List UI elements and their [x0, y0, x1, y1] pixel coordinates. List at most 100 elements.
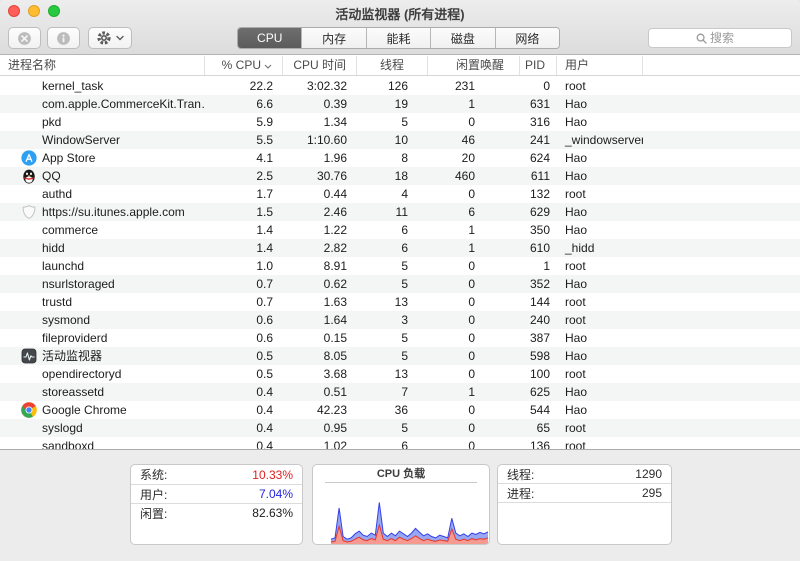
cell-time: 8.91 [283, 257, 357, 275]
cell-filler [643, 419, 800, 437]
process-row[interactable]: trustd0.71.63130144root [0, 293, 800, 311]
cell-pid: 136 [520, 437, 557, 449]
cell-time: 1.96 [283, 149, 357, 167]
column-header-name[interactable]: 进程名称 [0, 56, 205, 75]
cell-cpu: 22.2 [205, 77, 283, 95]
cell-process-name: commerce [0, 221, 205, 239]
inspect-button[interactable] [47, 27, 80, 49]
no-icon [21, 384, 37, 400]
process-row[interactable]: nsurlstoraged0.70.6250352Hao [0, 275, 800, 293]
process-name-label: nsurlstoraged [42, 275, 115, 293]
cell-cpu: 5.5 [205, 131, 283, 149]
qq-icon [21, 168, 37, 184]
column-header-threads[interactable]: 线程 [357, 56, 428, 75]
cell-filler [643, 293, 800, 311]
cell-time: 1.02 [283, 437, 357, 449]
cell-user: root [557, 437, 643, 449]
process-row[interactable]: commerce1.41.2261350Hao [0, 221, 800, 239]
process-row[interactable]: 活动监视器0.58.0550598Hao [0, 347, 800, 365]
process-row[interactable]: opendirectoryd0.53.68130100root [0, 365, 800, 383]
cell-wakeups: 0 [428, 113, 520, 131]
search-input[interactable] [710, 31, 744, 45]
options-menu-button[interactable] [88, 27, 132, 49]
cell-threads: 13 [357, 293, 428, 311]
cell-threads: 10 [357, 131, 428, 149]
cell-time: 0.15 [283, 329, 357, 347]
cell-user: root [557, 365, 643, 383]
cell-user: Hao [557, 167, 643, 185]
cell-wakeups: 231 [428, 77, 520, 95]
cpu-load-title: CPU 负载 [313, 465, 489, 482]
cell-filler [643, 113, 800, 131]
title-bar: 活动监视器 (所有进程) [0, 0, 800, 22]
process-row[interactable]: fileproviderd0.60.1550387Hao [0, 329, 800, 347]
cell-time: 30.76 [283, 167, 357, 185]
process-row[interactable]: sandboxd0.41.0260136root [0, 437, 800, 449]
cell-process-name: sysmond [0, 311, 205, 329]
cpu-load-box: CPU 负载 [312, 464, 490, 545]
column-label: 线程 [380, 58, 404, 72]
cell-cpu: 0.7 [205, 293, 283, 311]
cell-time: 3.68 [283, 365, 357, 383]
process-row[interactable]: hidd1.42.8261610_hidd [0, 239, 800, 257]
process-row[interactable]: WindowServer5.51:10.601046241_windowserv… [0, 131, 800, 149]
process-row[interactable]: storeassetd0.40.5171625Hao [0, 383, 800, 401]
stat-label: 闲置: [140, 505, 167, 522]
cell-threads: 126 [357, 77, 428, 95]
process-row[interactable]: App Store4.11.96820624Hao [0, 149, 800, 167]
cell-pid: 350 [520, 221, 557, 239]
cell-threads: 36 [357, 401, 428, 419]
process-row[interactable]: QQ2.530.7618460611Hao [0, 167, 800, 185]
process-row[interactable]: kernel_task22.23:02.321262310root [0, 77, 800, 95]
tab-cpu[interactable]: CPU [238, 28, 302, 48]
cell-cpu: 0.6 [205, 311, 283, 329]
search-icon [696, 33, 707, 44]
shield-icon [21, 204, 37, 220]
stat-label: 线程: [507, 466, 534, 483]
cell-filler [643, 401, 800, 419]
process-name-label: sandboxd [42, 437, 94, 449]
table-header: 进程名称% CPUCPU 时间 线程 闲置唤醒PID用户 [0, 56, 800, 76]
column-header-cpu[interactable]: % CPU [205, 56, 283, 75]
quit-process-button[interactable] [8, 27, 41, 49]
process-name-label: kernel_task [42, 77, 103, 95]
process-row[interactable]: launchd1.08.91501root [0, 257, 800, 275]
cpu-summary-box: 系统:10.33%用户:7.04%闲置:82.63% [130, 464, 303, 545]
process-row[interactable]: pkd5.91.3450316Hao [0, 113, 800, 131]
cell-threads: 7 [357, 383, 428, 401]
no-icon [21, 294, 37, 310]
process-row[interactable]: Google Chrome0.442.23360544Hao [0, 401, 800, 419]
process-name-label: syslogd [42, 419, 83, 437]
stat-value: 10.33% [252, 468, 293, 482]
column-header-pid[interactable]: PID [520, 56, 557, 75]
counts-box: 线程:1290进程:295 [497, 464, 672, 545]
no-icon [21, 312, 37, 328]
process-row[interactable]: com.apple.CommerceKit.Tran…6.60.39191631… [0, 95, 800, 113]
process-name-label: Google Chrome [42, 401, 127, 419]
cell-process-name: launchd [0, 257, 205, 275]
column-header-time[interactable]: CPU 时间 [283, 56, 357, 75]
process-row[interactable]: sysmond0.61.6430240root [0, 311, 800, 329]
cell-user: root [557, 185, 643, 203]
cell-wakeups: 1 [428, 95, 520, 113]
cell-time: 0.95 [283, 419, 357, 437]
cell-pid: 544 [520, 401, 557, 419]
tab-disk[interactable]: 磁盘 [431, 28, 495, 48]
cell-threads: 3 [357, 311, 428, 329]
search-field[interactable] [648, 28, 792, 48]
column-header-wakeups[interactable]: 闲置唤醒 [428, 56, 520, 75]
tab-memory[interactable]: 内存 [302, 28, 366, 48]
cell-user: root [557, 293, 643, 311]
process-name-label: pkd [42, 113, 61, 131]
cell-user: root [557, 77, 643, 95]
no-icon [21, 114, 37, 130]
column-header-user[interactable]: 用户 [557, 56, 643, 75]
process-row[interactable]: authd1.70.4440132root [0, 185, 800, 203]
tab-network[interactable]: 网络 [496, 28, 559, 48]
cell-time: 1.34 [283, 113, 357, 131]
process-name-label: 活动监视器 [42, 347, 102, 365]
cell-wakeups: 0 [428, 257, 520, 275]
tab-energy[interactable]: 能耗 [367, 28, 431, 48]
process-row[interactable]: https://su.itunes.apple.com1.52.46116629… [0, 203, 800, 221]
process-row[interactable]: syslogd0.40.955065root [0, 419, 800, 437]
